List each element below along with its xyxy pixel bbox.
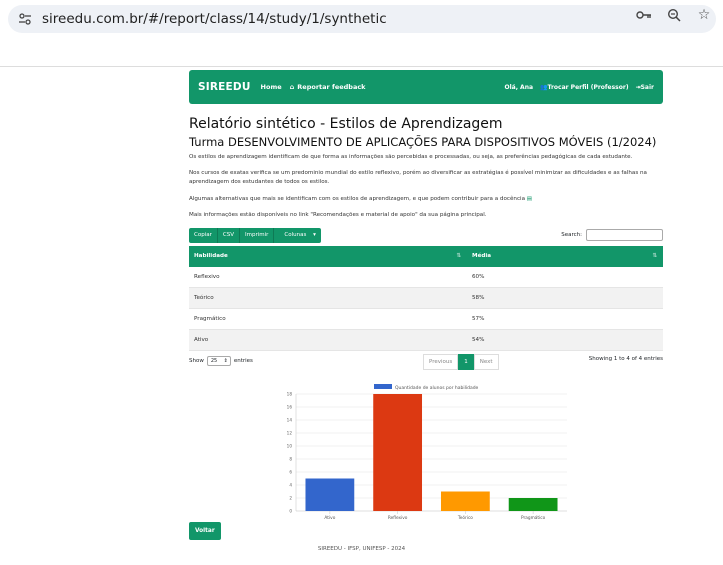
document-icon[interactable]: ▤ [527,196,532,202]
browser-toolbar: sireedu.com.br/#/report/class/14/study/1… [0,0,723,38]
y-tick-label: 6 [289,470,292,475]
search-input[interactable] [586,229,663,242]
y-tick-label: 2 [289,496,292,501]
csv-button[interactable]: CSV [218,227,240,243]
page-title: Relatório sintético - Estilos de Aprendi… [189,116,503,132]
switch-profile-link[interactable]: 👥Trocar Perfil (Professor) [540,84,629,91]
print-button[interactable]: Imprimir [240,227,275,243]
entries-select[interactable]: 25 ⇕ [206,356,231,367]
key-icon[interactable] [635,6,653,24]
table-row: Ativo 54% [189,329,663,351]
y-tick-label: 4 [289,483,292,488]
table-footer: Show 25 ⇕ entries Previous 1 Next Showing… [189,353,663,373]
pagination: Previous 1 Next [423,354,499,371]
page-subtitle: Turma DESENVOLVIMENTO DE APLICAÇÕES PARA… [189,134,657,149]
legend-swatch [374,384,392,389]
previous-button[interactable]: Previous [423,354,459,371]
chevron-down-icon: ⇕ [223,358,228,365]
table-toolbar: Copiar CSV Imprimir Colunas ▾ Search: [189,227,663,243]
y-tick-label: 12 [287,431,293,436]
brand-logo[interactable]: SIREEDU [198,81,251,93]
footer: SIREEDU - IFSP, UNIFESP - 2024 [317,546,406,552]
y-tick-label: 0 [289,509,292,514]
column-header-average[interactable]: Média ⇅ [467,246,663,267]
y-tick-label: 8 [289,457,292,462]
tune-icon[interactable] [14,8,36,30]
users-icon: 👥 [540,83,548,91]
columns-button[interactable]: Colunas ▾ [274,228,320,243]
page-1-button[interactable]: 1 [458,354,474,371]
x-tick-label: Reflexivo [388,515,408,521]
table-row: Teórico 58% [189,287,663,309]
table-row: Reflexivo 60% [189,266,663,288]
next-button[interactable]: Next [473,354,499,371]
user-greeting: Olá, Ana [504,83,534,91]
y-tick-label: 18 [287,392,293,397]
divider [0,66,723,67]
intro-text: Os estilos de aprendizagem identificam d… [189,153,633,160]
zoom-icon[interactable] [665,6,683,24]
logout-link[interactable]: ⇥Sair [636,84,654,91]
alternatives-text: Algumas alternativas que mais se identif… [189,195,533,202]
bar [305,478,355,511]
main-content: SIREEDU Home ⌂ Reportar feedback Olá, Ana… [189,70,663,373]
table-row: Pragmático 57% [189,308,663,330]
x-tick-label: Ativo [324,515,335,521]
navbar: SIREEDU Home ⌂ Reportar feedback Olá, Ana… [189,70,663,104]
back-button[interactable]: Voltar [189,522,221,540]
bar [508,498,558,511]
x-tick-label: Pragmático [521,514,546,521]
url-text[interactable]: sireedu.com.br/#/report/class/14/study/1… [42,11,387,27]
results-table: Habilidade ⇅ Média ⇅ Reflexivo 60% Teórico 5… [189,245,663,352]
export-buttons: Copiar CSV Imprimir Colunas ▾ [189,227,321,243]
more-info-text: Mais informações estão disponíveis no li… [189,212,487,219]
nav-home[interactable]: Home [261,83,282,91]
bar [440,491,490,511]
nav-feedback[interactable]: ⌂ Reportar feedback [290,83,366,91]
reflexive-text: Nos cursos de exatas verifica se um pred… [189,170,647,185]
y-tick-label: 14 [287,418,293,423]
legend-label: Quantidade de alunos por habilidade [395,385,479,391]
bar [373,394,423,511]
star-icon[interactable]: ☆ [695,6,713,24]
column-header-skill[interactable]: Habilidade ⇅ [189,246,467,267]
y-tick-label: 16 [287,405,293,410]
y-tick-label: 10 [287,444,293,449]
table-info: Showing 1 to 4 of 4 entries [588,356,663,363]
copy-button[interactable]: Copiar [189,227,218,243]
address-bar[interactable]: sireedu.com.br/#/report/class/14/study/1… [8,5,716,33]
x-tick-label: Teórico [457,514,473,521]
home-icon: ⌂ [289,83,295,91]
search-label: Search: [561,232,582,239]
